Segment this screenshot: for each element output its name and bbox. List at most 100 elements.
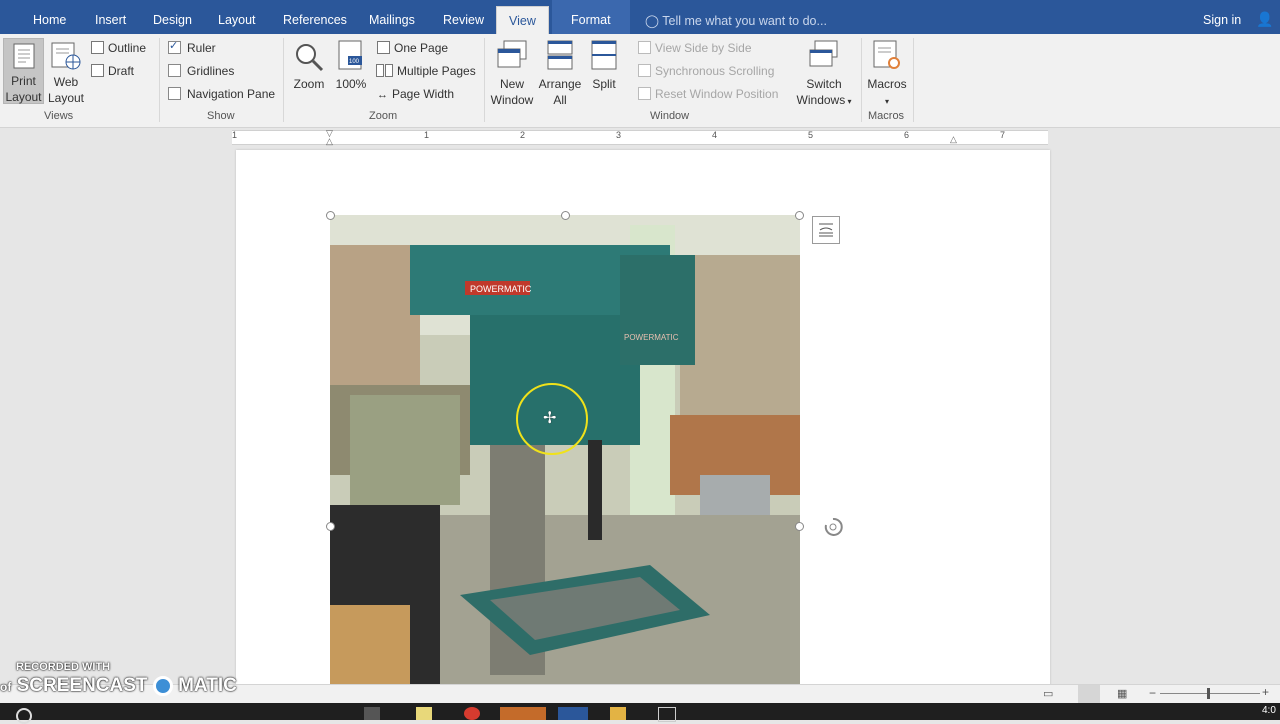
gridlines-checkbox[interactable]: Gridlines bbox=[168, 64, 234, 78]
gridlines-label: Gridlines bbox=[187, 64, 235, 78]
arrange-all-label-1: Arrange bbox=[538, 77, 582, 91]
horizontal-ruler[interactable]: 1 1 2 3 4 5 6 7 ▽ △ △ bbox=[232, 128, 1048, 147]
zoom-label: Zoom bbox=[293, 77, 325, 91]
one-page-icon bbox=[377, 41, 390, 54]
synchronous-scrolling-button[interactable]: Synchronous Scrolling bbox=[638, 64, 774, 78]
web-layout-label-1: Web bbox=[53, 75, 79, 89]
outline-button[interactable]: Outline bbox=[91, 41, 146, 55]
navigation-pane-label: Navigation Pane bbox=[187, 87, 276, 101]
tab-insert[interactable]: Insert bbox=[95, 13, 126, 27]
checkbox-unchecked-icon bbox=[168, 64, 181, 77]
share-icon[interactable]: 👤 bbox=[1256, 11, 1273, 28]
screencast-logo-icon bbox=[152, 676, 173, 696]
watermark-prefix-text: of bbox=[0, 680, 12, 694]
web-layout-view-icon[interactable]: ▦ bbox=[1117, 687, 1127, 700]
tell-me-placeholder: Tell me what you want to do... bbox=[662, 14, 827, 28]
print-layout-view-icon[interactable] bbox=[1078, 685, 1100, 703]
tab-references[interactable]: References bbox=[283, 13, 347, 27]
sync-scroll-icon bbox=[638, 64, 651, 77]
ribbon-view: Print Layout Web Layout Outline Draft Vi… bbox=[0, 34, 1280, 128]
dropdown-arrow-icon: ▾ bbox=[884, 97, 889, 106]
recorded-with-text: RECORDED WITH bbox=[16, 661, 111, 673]
multiple-pages-label: Multiple Pages bbox=[397, 64, 476, 78]
move-cursor-icon: ✢ bbox=[543, 410, 557, 427]
zoom-100-button[interactable]: 100 100% bbox=[334, 40, 368, 92]
navigation-pane-checkbox[interactable]: Navigation Pane bbox=[168, 87, 275, 101]
file-icon[interactable] bbox=[416, 707, 432, 720]
macros-button[interactable]: Macros ▾ bbox=[866, 40, 908, 110]
tab-home[interactable]: Home bbox=[33, 13, 66, 27]
tab-view[interactable]: View bbox=[496, 6, 549, 34]
zoom-slider-thumb[interactable] bbox=[1207, 688, 1210, 699]
resize-handle-top-right[interactable] bbox=[795, 211, 804, 220]
checkbox-checked-icon bbox=[168, 39, 181, 54]
tab-design[interactable]: Design bbox=[153, 13, 192, 27]
tell-me-search[interactable]: ◯ Tell me what you want to do... bbox=[645, 13, 827, 28]
ruler-number: 5 bbox=[808, 130, 814, 140]
tab-review[interactable]: Review bbox=[443, 13, 484, 27]
draft-label: Draft bbox=[108, 64, 135, 78]
new-window-label-2: Window bbox=[490, 93, 534, 107]
synchronous-scrolling-label: Synchronous Scrolling bbox=[655, 64, 775, 78]
ruler-checkbox[interactable]: Ruler bbox=[168, 39, 216, 55]
sign-in-link[interactable]: Sign in bbox=[1203, 13, 1241, 27]
resize-handle-left[interactable] bbox=[326, 522, 335, 531]
clock-text: 4:0 bbox=[1262, 705, 1276, 716]
split-icon bbox=[591, 40, 617, 70]
multiple-pages-button[interactable]: Multiple Pages bbox=[376, 64, 476, 78]
browser-icon[interactable] bbox=[464, 707, 480, 720]
print-layout-label-2: Layout bbox=[5, 90, 42, 104]
split-button[interactable]: Split bbox=[586, 40, 622, 92]
task-view-icon[interactable] bbox=[364, 707, 380, 720]
svg-text:100: 100 bbox=[349, 59, 360, 65]
read-mode-icon[interactable]: ▭ bbox=[1043, 687, 1053, 700]
ruler-number: 1 bbox=[424, 130, 430, 140]
one-page-label: One Page bbox=[394, 41, 449, 55]
zoom-in-icon[interactable]: + bbox=[1262, 685, 1269, 699]
group-divider bbox=[861, 38, 862, 122]
resize-handle-top[interactable] bbox=[561, 211, 570, 220]
ruler-number: 4 bbox=[712, 130, 718, 140]
ruler-number: 2 bbox=[520, 130, 526, 140]
layout-options-button[interactable] bbox=[812, 216, 840, 244]
draft-button[interactable]: Draft bbox=[91, 64, 134, 78]
right-indent-marker-icon[interactable]: △ bbox=[950, 134, 957, 145]
zoom-slider[interactable] bbox=[1160, 693, 1260, 694]
multiple-pages-icon bbox=[376, 64, 384, 77]
search-icon[interactable] bbox=[16, 708, 32, 724]
rotate-handle[interactable] bbox=[822, 516, 844, 538]
view-side-by-side-button[interactable]: View Side by Side bbox=[638, 41, 752, 55]
reset-window-position-label: Reset Window Position bbox=[655, 87, 779, 101]
macros-label: Macros bbox=[867, 77, 907, 91]
folder-icon[interactable] bbox=[610, 707, 626, 720]
tab-layout[interactable]: Layout bbox=[218, 13, 256, 27]
print-layout-button[interactable]: Print Layout bbox=[3, 38, 44, 104]
tab-mailings[interactable]: Mailings bbox=[369, 13, 415, 27]
powermatic-side-label: POWERMATIC bbox=[624, 333, 679, 342]
new-window-icon bbox=[497, 40, 527, 68]
switch-windows-button[interactable]: Switch Windows ▾ bbox=[794, 40, 854, 110]
zoom-button[interactable]: Zoom bbox=[290, 42, 328, 92]
word-app-icon[interactable] bbox=[558, 707, 588, 720]
outline-icon bbox=[91, 41, 104, 54]
ruler-number: 6 bbox=[904, 130, 910, 140]
web-layout-label-2: Layout bbox=[47, 91, 85, 105]
macros-group-label: Macros bbox=[868, 110, 905, 122]
print-layout-label-1: Print bbox=[11, 74, 36, 88]
zoom-out-icon[interactable]: − bbox=[1149, 686, 1156, 700]
arrange-all-button[interactable]: Arrange All bbox=[537, 40, 583, 108]
snipping-tool-icon[interactable] bbox=[500, 707, 546, 720]
side-by-side-icon bbox=[638, 41, 651, 54]
rotate-icon bbox=[824, 517, 843, 536]
resize-handle-top-left[interactable] bbox=[326, 211, 335, 220]
new-window-button[interactable]: New Window bbox=[489, 40, 535, 108]
group-divider bbox=[913, 38, 914, 122]
page-width-label: Page Width bbox=[392, 87, 455, 101]
one-page-button[interactable]: One Page bbox=[377, 41, 448, 55]
page-width-button[interactable]: ↔ Page Width bbox=[377, 87, 454, 101]
arrange-all-icon bbox=[547, 40, 573, 70]
resize-handle-right[interactable] bbox=[795, 522, 804, 531]
reset-window-position-button[interactable]: Reset Window Position bbox=[638, 87, 778, 101]
hanging-indent-marker-icon[interactable]: △ bbox=[326, 136, 333, 147]
web-layout-button[interactable]: Web Layout bbox=[46, 42, 86, 106]
